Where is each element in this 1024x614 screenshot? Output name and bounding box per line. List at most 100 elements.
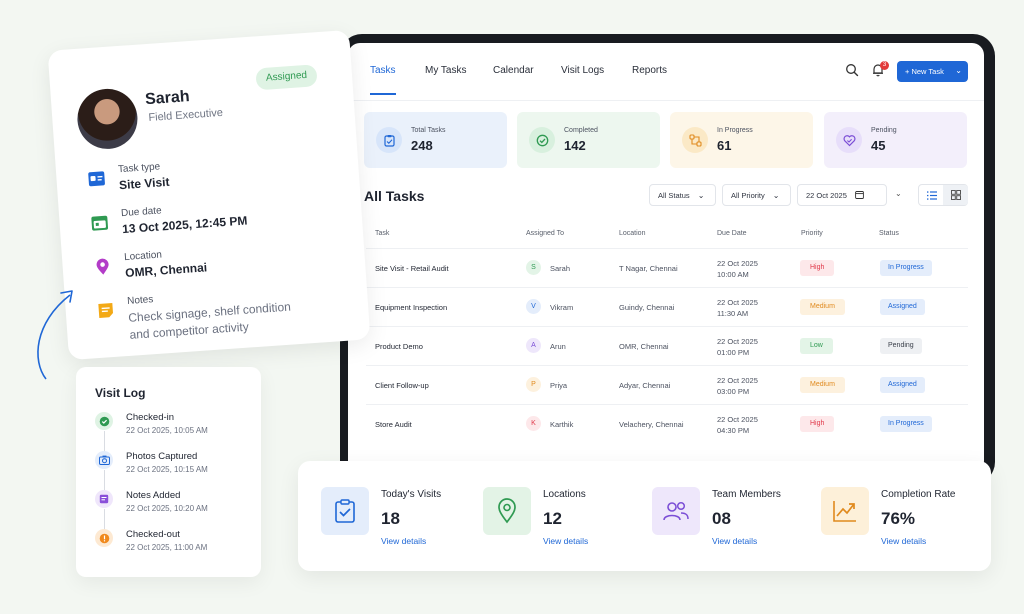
table-row[interactable]: Equipment Inspection V Vikram Guindy, Chenn… (366, 287, 968, 326)
alert-icon (95, 529, 113, 547)
notes-label: Notes (126, 294, 154, 307)
task-location: T Nagar, Chennai (619, 264, 678, 273)
status-filter-select[interactable]: All Status ⌄ (649, 184, 716, 206)
column-header-task: Task (375, 230, 390, 237)
stat-card-in-progress[interactable]: In Progress 61 (670, 112, 813, 168)
summary-label: Locations (543, 489, 586, 500)
avatar: P (526, 377, 541, 392)
table-row[interactable]: Client Follow-up P Priya Adyar, Chennai 22 O… (366, 365, 968, 404)
search-icon[interactable] (845, 63, 861, 79)
task-name[interactable]: Product Demo (375, 342, 423, 351)
stat-label: Total Tasks (411, 127, 446, 134)
column-header-assigned: Assigned To (526, 230, 565, 237)
stat-label: Pending (871, 127, 897, 134)
grid-view-icon[interactable] (943, 185, 968, 205)
assignee-name: Priya (550, 381, 568, 390)
column-header-location: Location (619, 230, 646, 237)
tab-my-tasks[interactable]: My Tasks (425, 65, 467, 76)
calendar-icon (855, 190, 864, 201)
assignee-name: Arun (550, 342, 566, 351)
dashboard-screen: Tasks My Tasks Calendar Visit Logs Repor… (348, 43, 984, 473)
tab-tasks[interactable]: Tasks (370, 65, 396, 76)
task-type-label: Task type (117, 161, 161, 176)
task-type-value: Site Visit (118, 174, 170, 193)
table-row[interactable]: Store Audit K Karthik Velachery, Chennai 22 … (366, 404, 968, 443)
visit-log-item-name: Checked-out (126, 529, 180, 540)
table-row[interactable]: Site Visit - Retail Audit S Sarah T Nagar, … (366, 248, 968, 287)
stat-card-pending[interactable]: Pending 45 (824, 112, 967, 168)
due-time: 11:30 AM (717, 309, 749, 318)
chevron-down-icon[interactable]: ⌄ (895, 189, 902, 198)
task-due: 22 Oct 2025 04:30 PM (717, 414, 758, 436)
id-card-icon (86, 168, 107, 189)
task-due: 22 Oct 2025 01:00 PM (717, 336, 758, 358)
visit-log-card: Visit Log Checked-in 22 Oct 2025, 10:05 … (76, 367, 261, 577)
due-date: 22 Oct 2025 (717, 376, 758, 385)
workflow-icon (682, 127, 708, 153)
view-details-link[interactable]: View details (543, 536, 588, 546)
summary-label: Completion Rate (881, 489, 956, 500)
chevron-down-icon: ⌄ (697, 190, 705, 200)
task-name[interactable]: Site Visit - Retail Audit (375, 264, 449, 273)
task-name[interactable]: Store Audit (375, 420, 412, 429)
view-details-link[interactable]: View details (712, 536, 757, 546)
heart-check-icon (836, 127, 862, 153)
location-pin-icon (92, 256, 113, 277)
tab-reports[interactable]: Reports (632, 65, 667, 76)
priority-badge: High (800, 260, 835, 276)
task-due: 22 Oct 2025 03:00 PM (717, 375, 758, 397)
new-task-button[interactable]: + New Task ⌄ (897, 61, 968, 82)
chevron-down-icon: ⌄ (955, 66, 962, 75)
avatar: V (526, 299, 541, 314)
summary-value: 18 (381, 509, 400, 528)
date-filter-value: 22 Oct 2025 (806, 190, 847, 200)
due-date: 22 Oct 2025 (717, 337, 758, 346)
due-time: 04:30 PM (717, 426, 750, 435)
clipboard-icon (376, 127, 402, 153)
tab-visit-logs[interactable]: Visit Logs (561, 65, 604, 76)
tab-calendar[interactable]: Calendar (493, 65, 534, 76)
task-detail-card[interactable]: Sarah Field Executive Assigned Task type… (47, 29, 371, 361)
due-time: 10:00 AM (717, 270, 749, 279)
timeline-connector (104, 470, 105, 492)
status-badge: Assigned (880, 299, 925, 315)
table-row[interactable]: Product Demo A Arun OMR, Chennai 22 Oct 2025… (366, 326, 968, 365)
date-filter-picker[interactable]: 22 Oct 2025 (797, 184, 887, 206)
visit-log-item-name: Notes Added (126, 490, 181, 501)
location-pin-icon (483, 487, 531, 535)
check-circle-icon (95, 412, 113, 430)
timeline-connector (104, 509, 105, 531)
list-view-icon[interactable] (919, 185, 944, 205)
priority-badge: Medium (800, 377, 845, 393)
due-date: 22 Oct 2025 (717, 298, 758, 307)
new-task-label: + New Task (905, 67, 944, 76)
visit-log-title: Visit Log (95, 386, 146, 400)
due-date: 22 Oct 2025 (717, 259, 758, 268)
column-header-priority: Priority (801, 230, 823, 237)
due-date-label: Due date (120, 205, 162, 220)
view-toggle (918, 184, 968, 206)
summary-value: 08 (712, 509, 731, 528)
view-details-link[interactable]: View details (881, 536, 926, 546)
avatar: A (526, 338, 541, 353)
status-badge: Assigned (255, 64, 318, 91)
stat-value: 45 (871, 138, 886, 153)
chevron-down-icon: ⌄ (772, 190, 780, 200)
avatar (75, 86, 140, 151)
avatar: K (526, 416, 541, 431)
visit-log-item-time: 22 Oct 2025, 10:20 AM (126, 504, 208, 513)
camera-icon (95, 451, 113, 469)
assignee-name: Vikram (550, 303, 574, 312)
location-value: OMR, Chennai (124, 260, 208, 281)
note-icon (95, 490, 113, 508)
stat-card-total-tasks[interactable]: Total Tasks 248 (364, 112, 507, 168)
task-name[interactable]: Equipment Inspection (375, 303, 447, 312)
status-badge: Assigned (880, 377, 925, 393)
visit-log-item-name: Checked-in (126, 412, 175, 423)
task-location: Guindy, Chennai (619, 303, 675, 312)
stat-card-completed[interactable]: Completed 142 (517, 112, 660, 168)
task-due: 22 Oct 2025 10:00 AM (717, 258, 758, 280)
task-name[interactable]: Client Follow-up (375, 381, 429, 390)
view-details-link[interactable]: View details (381, 536, 426, 546)
priority-filter-select[interactable]: All Priority ⌄ (722, 184, 791, 206)
